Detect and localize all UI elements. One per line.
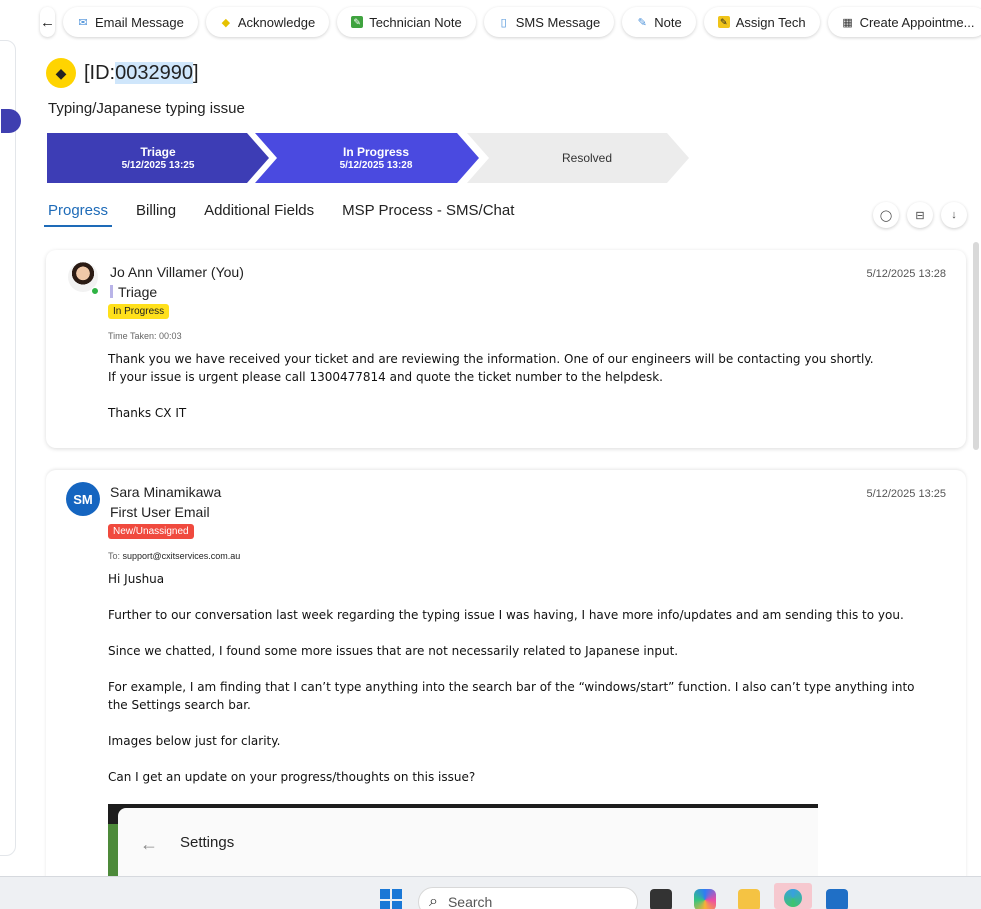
os-taskbar: ⌕ Search bbox=[0, 876, 981, 909]
body-line: Since we chatted, I found some more issu… bbox=[108, 644, 679, 658]
tab-billing[interactable]: Billing bbox=[132, 198, 180, 227]
back-button[interactable]: ← bbox=[40, 7, 55, 37]
feed-tools: ◯ ⊟ ↓ bbox=[873, 202, 967, 228]
entry-meta: Time Taken: 00:03 bbox=[108, 331, 182, 341]
phone-icon: ▯ bbox=[500, 16, 507, 29]
stage-progress-bar: Triage 5/12/2025 13:25 In Progress 5/12/… bbox=[47, 133, 697, 183]
ticket-icon: ◆ bbox=[46, 58, 76, 88]
collapse-icon[interactable]: ⊟ bbox=[907, 202, 933, 228]
back-arrow-icon: ← bbox=[40, 13, 55, 31]
settings-title: Settings bbox=[180, 834, 235, 851]
acknowledge-button[interactable]: ◆ Acknowledge bbox=[205, 7, 330, 37]
meta-label: To: bbox=[108, 551, 121, 561]
envelope-icon: ✉ bbox=[78, 16, 88, 29]
technician-note-label: Technician Note bbox=[369, 14, 462, 30]
tab-msp-process[interactable]: MSP Process - SMS/Chat bbox=[338, 198, 518, 227]
entry-stage-label: Triage bbox=[118, 284, 158, 300]
online-status-icon bbox=[91, 287, 99, 295]
feed-entry: Jo Ann Villamer (You) Triage In Progress… bbox=[46, 250, 966, 448]
copilot-icon[interactable] bbox=[694, 889, 716, 909]
body-line: Hi Jushua bbox=[108, 572, 165, 586]
entry-timestamp: 5/12/2025 13:25 bbox=[866, 488, 946, 500]
status-badge: In Progress bbox=[108, 304, 170, 319]
ticket-header: ◆ [ID:0032990] bbox=[46, 58, 199, 88]
technician-note-icon: ✎ bbox=[351, 16, 364, 28]
assign-tech-label: Assign Tech bbox=[735, 14, 806, 30]
body-line: If your issue is urgent please call 1300… bbox=[108, 370, 663, 384]
ticket-title: Typing/Japanese typing issue bbox=[48, 100, 245, 117]
stage-triage[interactable]: Triage 5/12/2025 13:25 bbox=[47, 133, 269, 183]
store-icon[interactable] bbox=[826, 889, 848, 909]
assign-tech-icon: ✎ bbox=[717, 16, 730, 28]
tab-additional-fields[interactable]: Additional Fields bbox=[200, 198, 318, 227]
stage-name: In Progress bbox=[342, 145, 410, 159]
create-appointment-label: Create Appointme... bbox=[859, 14, 975, 30]
entry-meta: To: support@cxitservices.com.au bbox=[108, 551, 240, 561]
taskbar-search[interactable]: ⌕ Search bbox=[418, 887, 638, 909]
acknowledge-label: Acknowledge bbox=[237, 14, 316, 30]
ticket-id-suffix: ] bbox=[193, 61, 199, 84]
body-line: Can I get an update on your progress/tho… bbox=[108, 770, 476, 784]
wallpaper-strip bbox=[108, 824, 118, 884]
stage-marker bbox=[110, 285, 113, 298]
ticket-id-number: 0032990 bbox=[115, 61, 193, 84]
entry-type: First User Email bbox=[110, 504, 210, 520]
taskbar-search-label: Search bbox=[447, 894, 493, 909]
status-badge: New/Unassigned bbox=[108, 524, 194, 539]
entry-author: Jo Ann Villamer (You) bbox=[110, 264, 244, 280]
comment-icon[interactable]: ◯ bbox=[873, 202, 899, 228]
embedded-screenshot: ← Settings bbox=[108, 804, 818, 884]
stage-name: Resolved bbox=[561, 151, 613, 165]
stage-in-progress[interactable]: In Progress 5/12/2025 13:28 bbox=[255, 133, 479, 183]
stage-resolved[interactable]: Resolved bbox=[467, 133, 689, 183]
create-appointment-button[interactable]: ▦ Create Appointme... bbox=[827, 7, 981, 37]
entry-author: Sara Minamikawa bbox=[110, 484, 222, 500]
ticket-id-prefix: [ID: bbox=[84, 61, 116, 84]
sms-message-label: SMS Message bbox=[515, 14, 601, 30]
entry-timestamp: 5/12/2025 13:28 bbox=[866, 268, 946, 280]
tab-progress[interactable]: Progress bbox=[44, 198, 113, 227]
avatar: SM bbox=[66, 482, 100, 516]
sms-message-button[interactable]: ▯ SMS Message bbox=[483, 7, 615, 37]
stage-name: Triage bbox=[140, 145, 176, 159]
action-toolbar: ← ✉ Email Message ◆ Acknowledge ✎ Technicia… bbox=[40, 6, 981, 38]
note-label: Note bbox=[654, 14, 682, 30]
feed-scrollbar[interactable] bbox=[973, 242, 979, 450]
task-view-icon[interactable] bbox=[650, 889, 672, 909]
note-icon: ✎ bbox=[637, 16, 647, 29]
file-explorer-icon[interactable] bbox=[738, 889, 760, 909]
body-line: For example, I am finding that I can’t t… bbox=[108, 680, 915, 712]
entry-body: Hi Jushua Further to our conversation la… bbox=[108, 570, 938, 804]
body-line: Thank you we have received your ticket a… bbox=[108, 352, 874, 366]
email-message-label: Email Message bbox=[95, 14, 184, 30]
side-panel bbox=[0, 40, 21, 856]
note-button[interactable]: ✎ Note bbox=[622, 7, 696, 37]
body-line: Further to our conversation last week re… bbox=[108, 608, 904, 622]
entry-body: Thank you we have received your ticket a… bbox=[108, 350, 938, 440]
side-panel-indicator[interactable] bbox=[1, 109, 21, 133]
settings-window: ← Settings bbox=[118, 808, 818, 884]
stage-time: 5/12/2025 13:28 bbox=[339, 160, 413, 171]
windows-start-icon[interactable] bbox=[380, 889, 402, 909]
acknowledge-icon: ◆ bbox=[221, 16, 231, 29]
feed-entry: SM Sara Minamikawa First User Email New/… bbox=[46, 470, 966, 890]
meta-value: 00:03 bbox=[159, 331, 182, 341]
stage-time: 5/12/2025 13:25 bbox=[121, 160, 195, 171]
body-line: Images below just for clarity. bbox=[108, 734, 281, 748]
edge-browser-icon[interactable] bbox=[774, 883, 812, 909]
technician-note-button[interactable]: ✎ Technician Note bbox=[337, 7, 476, 37]
email-message-button[interactable]: ✉ Email Message bbox=[63, 7, 198, 37]
body-line: Thanks CX IT bbox=[108, 406, 187, 420]
assign-tech-button[interactable]: ✎ Assign Tech bbox=[703, 7, 820, 37]
meta-value: support@cxitservices.com.au bbox=[122, 551, 241, 561]
calendar-icon: ▦ bbox=[842, 16, 853, 29]
ticket-tabs: Progress Billing Additional Fields MSP P… bbox=[44, 198, 538, 227]
meta-label: Time Taken: bbox=[108, 331, 157, 341]
download-icon[interactable]: ↓ bbox=[941, 202, 967, 228]
search-icon: ⌕ bbox=[429, 893, 438, 909]
back-arrow-icon: ← bbox=[140, 834, 158, 854]
entry-stage: Triage bbox=[110, 284, 157, 300]
ticket-id: [ID:0032990] bbox=[84, 61, 199, 85]
